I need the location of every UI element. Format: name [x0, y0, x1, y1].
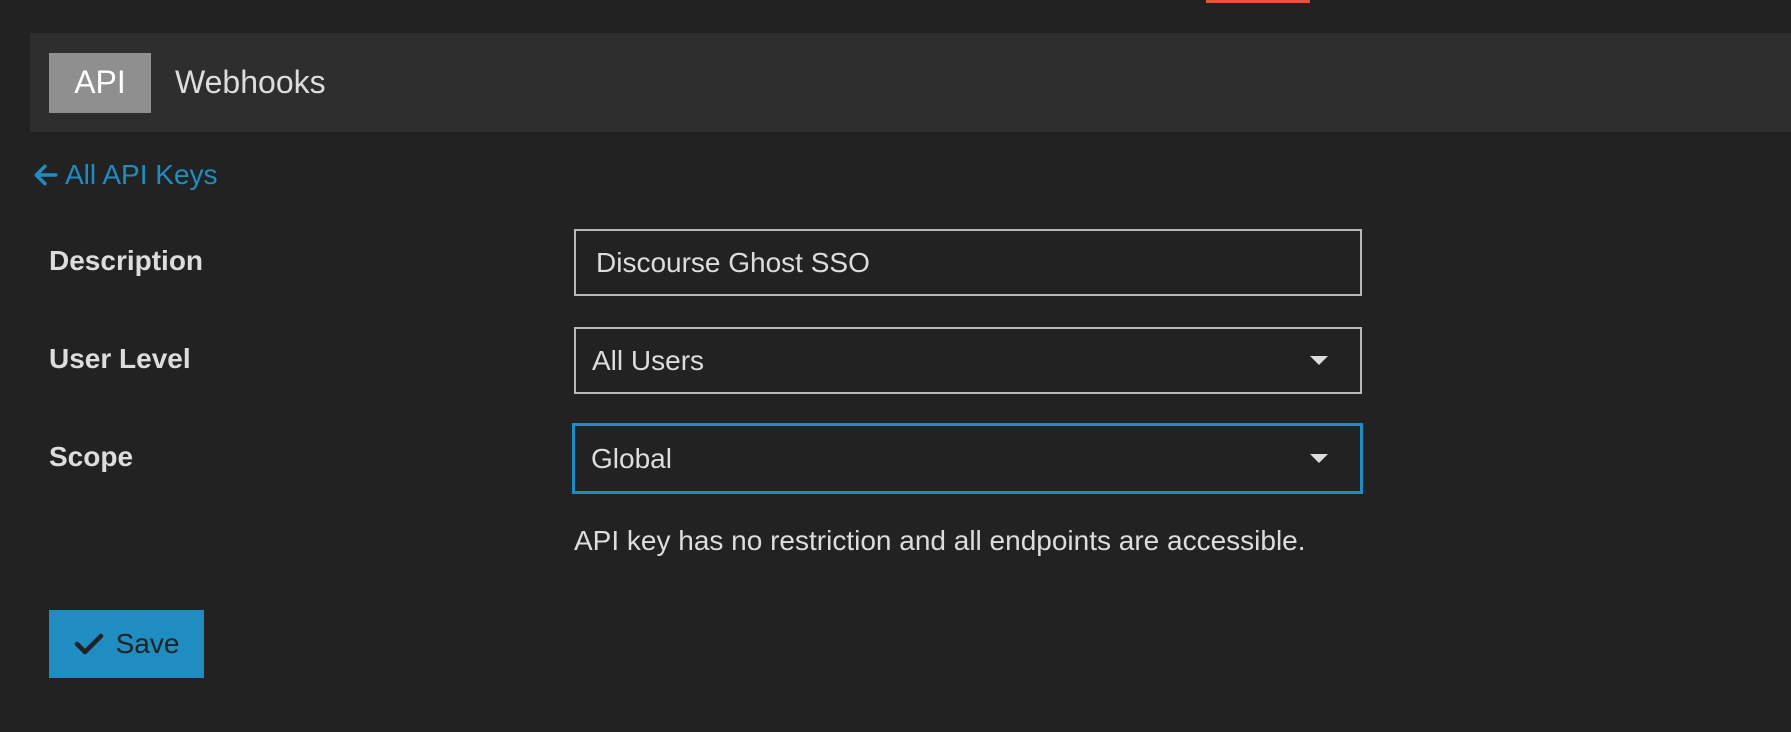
description-label: Description — [49, 245, 204, 276]
all-api-keys-label: All API Keys — [65, 159, 218, 190]
scope-value: Global — [591, 442, 672, 474]
scope-label: Scope — [49, 441, 134, 472]
arrow-left-icon — [34, 164, 58, 186]
save-button-label: Save — [115, 628, 180, 659]
save-button[interactable]: Save — [49, 610, 204, 678]
caret-down-icon — [1310, 356, 1328, 365]
tab-api-label: API — [74, 64, 126, 100]
header-accent-bar — [1206, 0, 1310, 3]
scope-help-text: API key has no restriction and all endpo… — [574, 525, 1306, 556]
api-tab-bar: API Webhooks — [30, 33, 1791, 132]
check-icon — [74, 633, 103, 655]
scope-select[interactable]: Global — [572, 423, 1363, 494]
all-api-keys-link[interactable]: All API Keys — [33, 155, 218, 195]
tab-webhooks-label: Webhooks — [175, 64, 326, 100]
description-input[interactable] — [574, 229, 1362, 296]
user-level-select[interactable]: All Users — [574, 327, 1362, 394]
tab-api[interactable]: API — [49, 52, 151, 113]
user-level-value: All Users — [592, 344, 705, 376]
tab-webhooks[interactable]: Webhooks — [175, 53, 326, 113]
user-level-label: User Level — [49, 343, 191, 374]
caret-down-icon — [1310, 454, 1328, 463]
